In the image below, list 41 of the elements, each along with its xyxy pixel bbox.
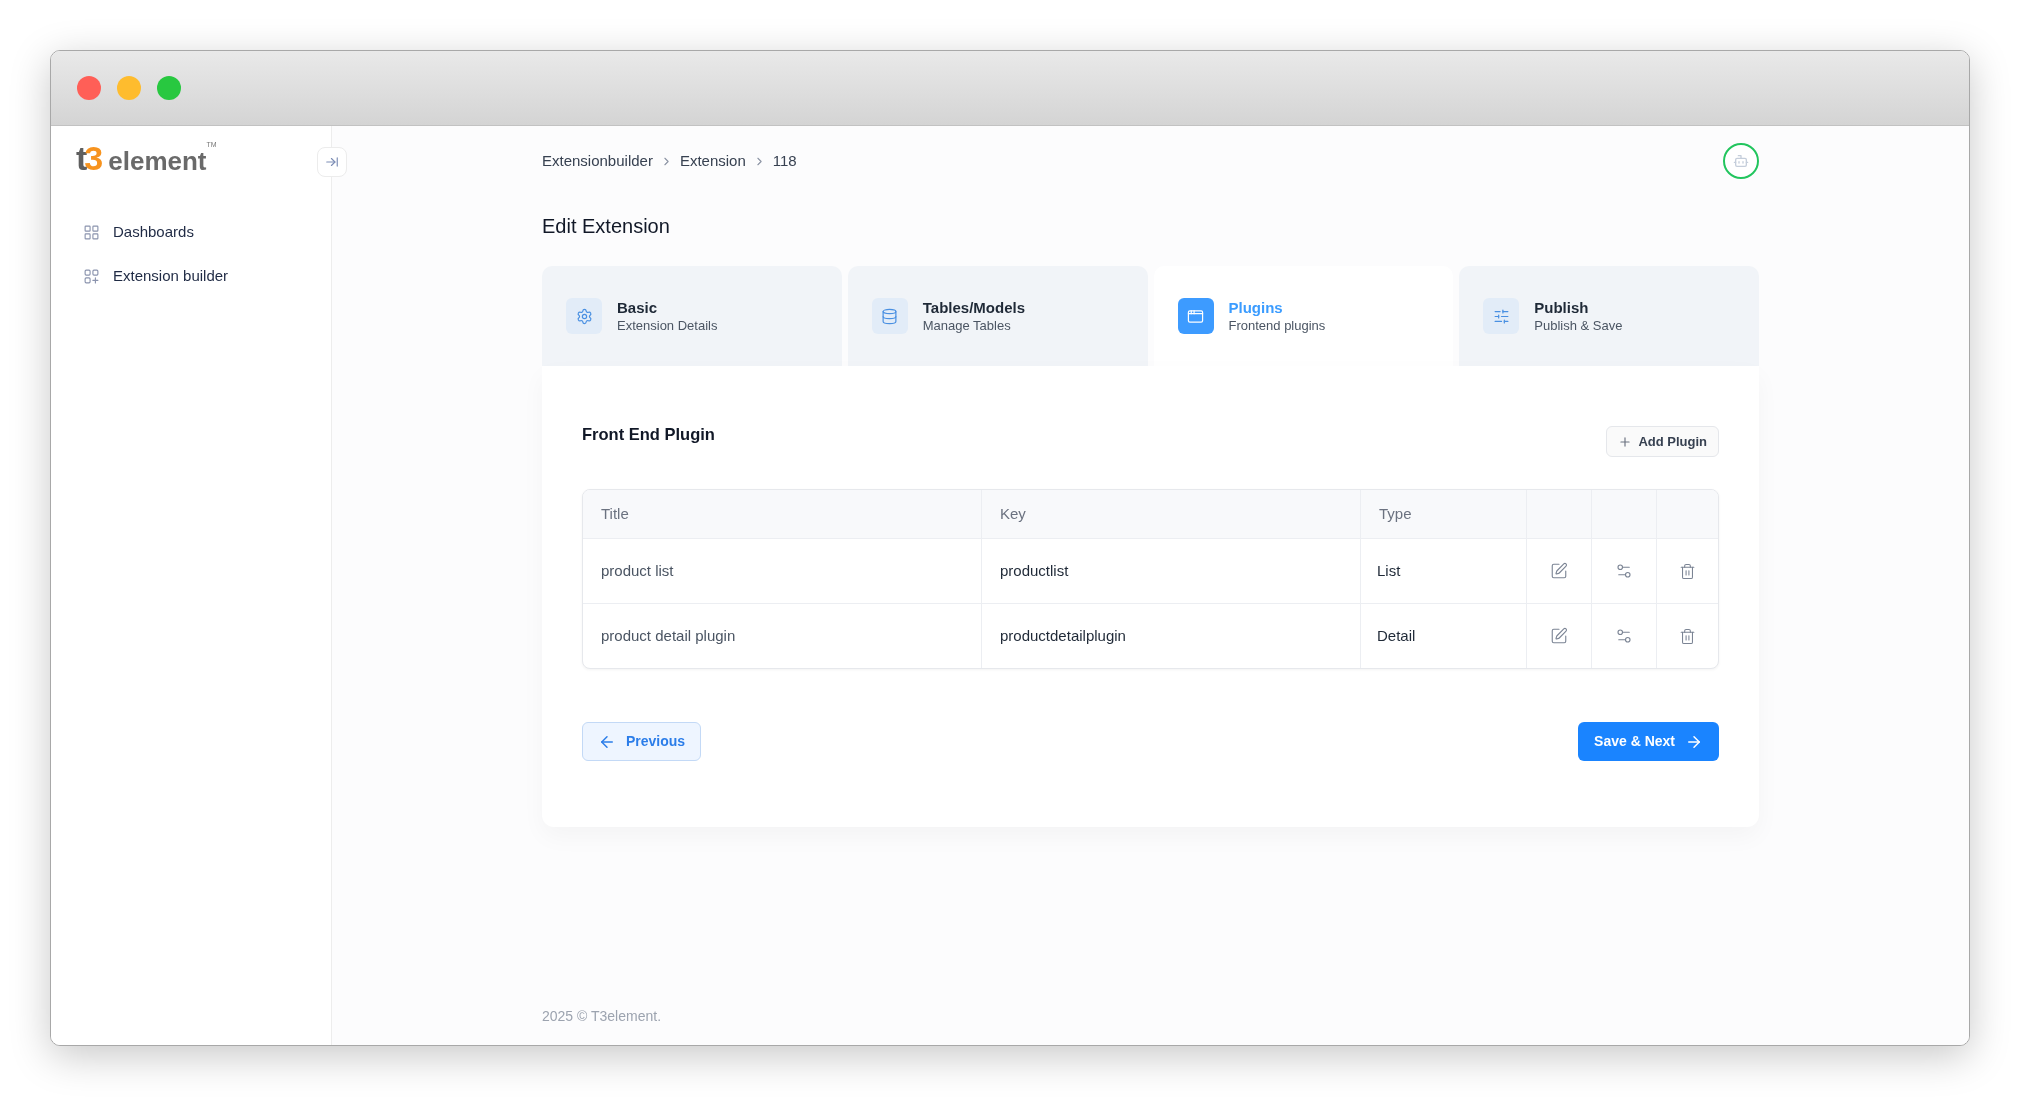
edit-icon[interactable]	[1550, 627, 1568, 645]
step-tab[interactable]: Publish Publish & Save	[1459, 266, 1759, 366]
sidebar-item[interactable]: Extension builder	[76, 259, 306, 293]
column-header: Key	[1000, 503, 1026, 524]
collapse-icon	[325, 155, 339, 169]
step-tab[interactable]: Tables/Models Manage Tables	[847, 266, 1148, 366]
save-next-button[interactable]: Save & Next	[1578, 722, 1719, 761]
table-cell-text: productdetailplugin	[1000, 625, 1126, 646]
table-cell-text: product list	[601, 560, 674, 581]
collapse-button[interactable]	[317, 147, 347, 177]
sidebar-item[interactable]: Dashboards	[76, 215, 306, 249]
add-plugin-button[interactable]: Add Plugin	[1606, 426, 1719, 457]
gear-icon	[566, 298, 602, 334]
table-cell-text: List	[1377, 560, 1401, 581]
breadcrumb-current: 118	[772, 150, 797, 171]
breadcrumb-link[interactable]: Extension	[679, 149, 746, 173]
table-cell-text: Detail	[1377, 625, 1416, 646]
close-button[interactable]	[77, 76, 101, 100]
maximize-button[interactable]	[157, 76, 181, 100]
column-header: Type	[1379, 503, 1412, 524]
sliders-icon	[1483, 298, 1520, 334]
step-tab[interactable]: Basic Extension Details	[542, 266, 842, 366]
trash-icon[interactable]	[1679, 562, 1696, 580]
sliders-icon[interactable]	[1615, 627, 1633, 645]
copyright-text: 2025 © T3element.	[542, 1007, 662, 1025]
grid-icon	[83, 223, 100, 241]
breadcrumb-link[interactable]: Extensionbuilder	[542, 149, 653, 173]
page-title: Edit Extension	[542, 214, 670, 239]
plus-icon	[1618, 434, 1633, 449]
table-cell-text: productlist	[1000, 560, 1069, 581]
sliders-icon[interactable]	[1615, 562, 1633, 580]
edit-icon[interactable]	[1550, 562, 1568, 580]
section-heading: Front End Plugin	[582, 424, 715, 445]
previous-button[interactable]: Previous	[582, 722, 702, 761]
grid-plus-icon	[83, 267, 100, 285]
trash-icon[interactable]	[1679, 627, 1696, 645]
column-header: Title	[601, 503, 629, 524]
database-icon	[871, 298, 908, 334]
browser-window-icon	[1177, 298, 1214, 334]
robot-avatar-icon[interactable]	[1723, 143, 1759, 179]
table-cell-text: product detail plugin	[601, 625, 736, 646]
